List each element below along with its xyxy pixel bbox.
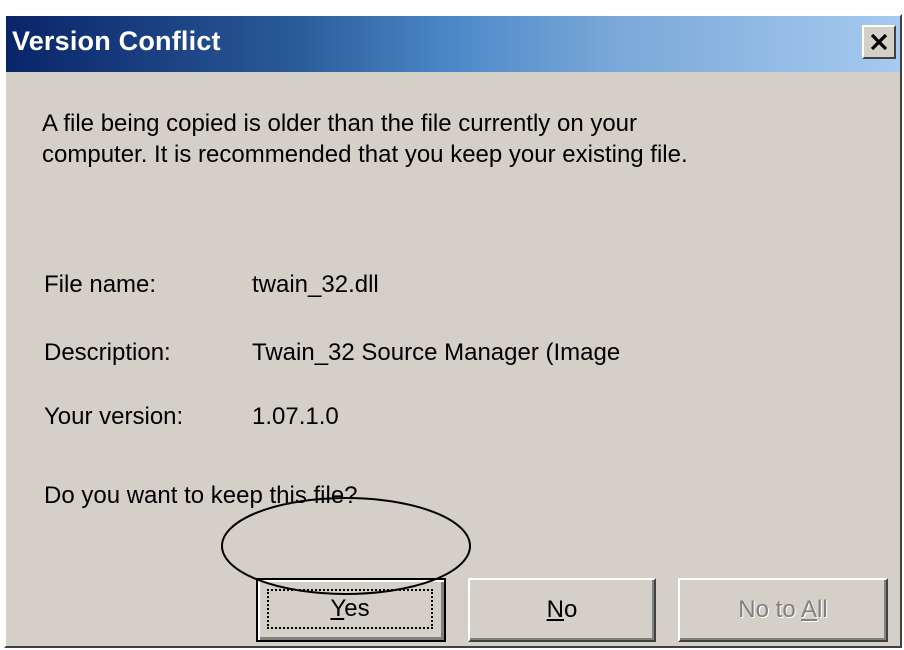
description-value: Twain_32 Source Manager (Image <box>252 339 621 366</box>
message-line-1: A file being copied is older than the fi… <box>42 110 638 137</box>
close-button[interactable] <box>862 25 896 59</box>
title-bar[interactable]: Version Conflict <box>6 16 900 72</box>
yes-focus-ring: Yes <box>267 589 433 629</box>
keep-file-question: Do you want to keep this file? <box>44 482 358 509</box>
file-name-value: twain_32.dll <box>252 271 379 298</box>
close-icon <box>870 34 888 50</box>
no-to-all-button[interactable]: No to All <box>678 578 888 642</box>
yes-button[interactable]: Yes <box>256 578 446 642</box>
description-label: Description: <box>44 339 171 366</box>
dialog-body: A file being copied is older than the fi… <box>6 72 900 646</box>
no-to-all-button-label: No to All <box>738 596 828 623</box>
your-version-label: Your version: <box>44 403 184 430</box>
message-text: A file being copied is older than the fi… <box>42 108 688 170</box>
yes-button-label: Yes <box>330 595 370 622</box>
version-conflict-dialog: Version Conflict A file being copied is … <box>4 14 902 648</box>
no-button-label: No <box>546 596 578 623</box>
dialog-title: Version Conflict <box>12 26 221 56</box>
no-button[interactable]: No <box>468 578 656 642</box>
file-name-label: File name: <box>44 271 157 298</box>
message-line-2: computer. It is recommended that you kee… <box>42 141 688 168</box>
your-version-value: 1.07.1.0 <box>252 403 339 430</box>
